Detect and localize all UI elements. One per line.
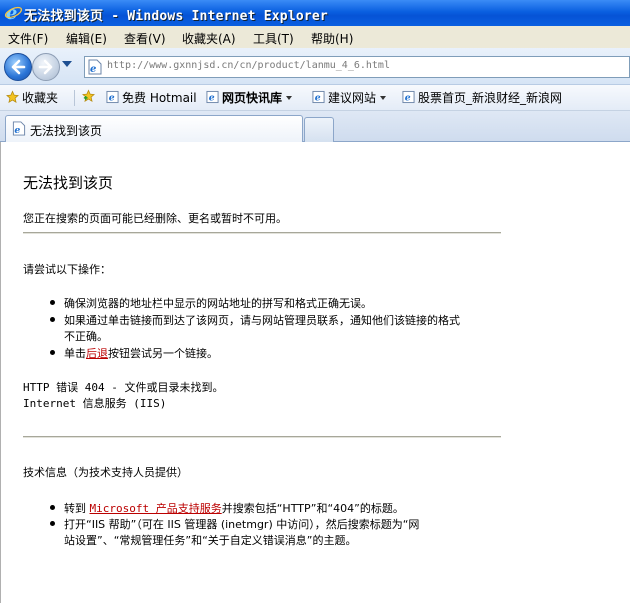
- menu-help[interactable]: 帮助(H): [311, 30, 353, 47]
- favorite-link-suggested-sites[interactable]: e 建议网站: [312, 89, 387, 106]
- microsoft-support-link[interactable]: Microsoft 产品支持服务: [90, 502, 222, 515]
- window-title: 无法找到该页 - Windows Internet Explorer: [24, 9, 328, 24]
- navigation-bar: e http://www.gxnnjsd.cn/cn/product/lanmu…: [0, 48, 630, 85]
- add-to-favorites-button[interactable]: [82, 89, 98, 104]
- favorite-link-sina-finance[interactable]: e 股票首页_新浪财经_新浪网: [402, 89, 562, 106]
- bullet: [50, 521, 55, 526]
- back-prefix: 单击: [64, 347, 86, 360]
- ie-page-icon: e: [312, 90, 325, 104]
- tab-strip: e 无法找到该页: [0, 111, 630, 142]
- address-url[interactable]: http://www.gxnnjsd.cn/cn/product/lanmu_4…: [107, 60, 390, 71]
- back-suffix: 按钮尝试另一个链接。: [108, 347, 218, 360]
- dropdown-caret-icon: [380, 96, 387, 100]
- menu-bar: 文件(F) 编辑(E) 查看(V) 收藏夹(A) 工具(T) 帮助(H): [0, 26, 630, 49]
- favorites-separator: [74, 90, 75, 106]
- menu-edit[interactable]: 编辑(E): [66, 30, 107, 47]
- favorite-label-hotmail: 免费 Hotmail: [122, 91, 197, 105]
- favorite-label-sina: 股票首页_新浪财经_新浪网: [418, 91, 563, 105]
- menu-file[interactable]: 文件(F): [8, 30, 48, 47]
- bullet: [50, 317, 55, 322]
- recent-pages-dropdown[interactable]: [62, 61, 72, 67]
- menu-view[interactable]: 查看(V): [124, 30, 166, 47]
- svg-text:e: e: [14, 125, 20, 136]
- bullet: [50, 350, 55, 355]
- tech-heading: 技术信息（为技术支持人员提供）: [23, 466, 188, 479]
- internet-explorer-icon: e: [4, 3, 23, 22]
- page-icon: e: [12, 121, 26, 136]
- tech-item-1: 转到 Microsoft 产品支持服务并搜索包括“HTTP”和“404”的标题。: [64, 500, 404, 516]
- menu-tools[interactable]: 工具(T): [253, 30, 294, 47]
- tech-goto: 转到: [64, 502, 86, 515]
- dropdown-caret-icon: [286, 96, 293, 100]
- divider: [23, 232, 501, 234]
- try-item-1: 确保浏览器的地址栏中显示的网站地址的拼写和格式正确无误。: [64, 297, 372, 310]
- intro-text: 您正在搜索的页面可能已经删除、更名或暂时不可用。: [23, 212, 287, 225]
- try-item-3: 单击后退按钮尝试另一个链接。: [64, 345, 218, 361]
- favorite-link-hotmail[interactable]: e 免费 Hotmail: [106, 89, 197, 106]
- page-heading: 无法找到该页: [23, 174, 114, 192]
- favorites-label: 收藏夹: [22, 91, 59, 105]
- try-item-2: 如果通过单击链接而到达了该网页，请与网站管理员联系，通知他们该链接的格式: [64, 314, 460, 327]
- back-link[interactable]: 后退: [86, 347, 108, 360]
- tab-label: 无法找到该页: [30, 124, 103, 138]
- tech-item-2: 打开“IIS 帮助”（可在 IIS 管理器 (inetmgr) 中访问），然后搜…: [64, 518, 420, 531]
- new-tab-button[interactable]: [304, 117, 334, 142]
- favorite-label-webslice: 网页快讯库: [222, 91, 283, 105]
- address-field[interactable]: e http://www.gxnnjsd.cn/cn/product/lanmu…: [84, 56, 630, 78]
- forward-button[interactable]: [32, 53, 60, 81]
- bullet: [50, 505, 55, 510]
- menu-favorites[interactable]: 收藏夹(A): [182, 30, 236, 47]
- favorites-button[interactable]: 收藏夹: [6, 89, 58, 106]
- error-line-1: HTTP 错误 404 - 文件或目录未找到。: [23, 381, 224, 394]
- star-icon: [6, 90, 19, 103]
- favorites-bar: 收藏夹 e 免费 Hotmail e 网页快讯库 e 建议网站 e 股票首页_新…: [0, 85, 630, 111]
- svg-text:e: e: [90, 64, 96, 75]
- add-favorite-icon: [82, 89, 95, 102]
- divider: [23, 436, 501, 438]
- try-heading: 请尝试以下操作：: [23, 263, 111, 276]
- ie-page-icon: e: [402, 90, 415, 104]
- favorite-link-webslice-gallery[interactable]: e 网页快讯库: [206, 89, 293, 106]
- page-content: 无法找到该页 您正在搜索的页面可能已经删除、更名或暂时不可用。 请尝试以下操作：…: [0, 142, 630, 603]
- svg-text:e: e: [315, 93, 321, 104]
- back-button[interactable]: [4, 53, 32, 81]
- svg-text:e: e: [405, 93, 411, 104]
- favorite-label-suggested: 建议网站: [328, 91, 377, 105]
- error-line-2: Internet 信息服务 (IIS): [23, 397, 167, 410]
- tech-item-2-cont: 站设置”、“常规管理任务”和“关于自定义错误消息”的主题。: [64, 534, 357, 547]
- forward-arrow-icon: [38, 59, 53, 75]
- ie-page-icon: e: [206, 90, 219, 104]
- title-bar: e 无法找到该页 - Windows Internet Explorer: [0, 0, 630, 26]
- page-icon: e: [88, 59, 102, 75]
- try-item-2-cont: 不正确。: [64, 330, 108, 343]
- svg-text:e: e: [109, 93, 115, 104]
- ie-page-icon: e: [106, 90, 119, 104]
- svg-text:e: e: [209, 93, 215, 104]
- tech-goto-suffix: 并搜索包括“HTTP”和“404”的标题。: [221, 502, 404, 515]
- tab-current[interactable]: e 无法找到该页: [5, 115, 303, 142]
- back-arrow-icon: [11, 59, 26, 75]
- bullet: [50, 300, 55, 305]
